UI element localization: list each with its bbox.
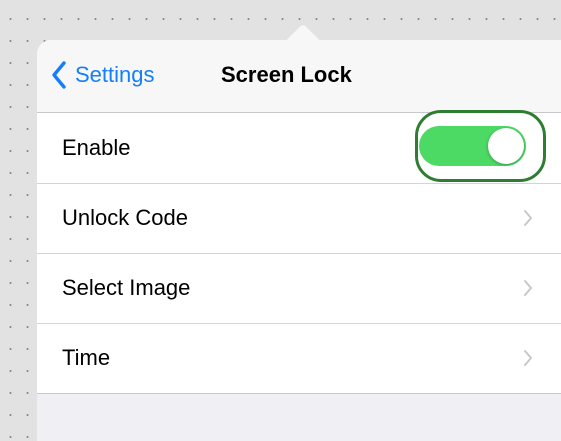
list-item-label: Select Image: [62, 275, 191, 300]
settings-list: Enable Unlock Code Select Image Time: [37, 110, 561, 393]
list-item-select-image[interactable]: Select Image: [37, 253, 561, 323]
list-item-label: Time: [62, 345, 111, 370]
list-item-enable: Enable: [37, 110, 561, 183]
list-item-label: Unlock Code: [62, 205, 188, 230]
back-button-label: Settings: [75, 62, 155, 87]
list-item-label: Enable: [62, 135, 131, 160]
navigation-bar: Settings Screen Lock: [37, 40, 561, 113]
list-divider: [37, 393, 561, 394]
chevron-left-icon: [52, 61, 66, 89]
chevron-right-icon: [524, 210, 532, 226]
popover-arrow: [283, 19, 325, 41]
screen-lock-popover: Settings Screen Lock Enable Unlock Code …: [37, 40, 561, 441]
list-item-unlock-code[interactable]: Unlock Code: [37, 183, 561, 253]
chevron-right-icon: [524, 280, 532, 296]
page-title: Screen Lock: [221, 62, 352, 87]
chevron-right-icon: [524, 350, 532, 366]
back-button[interactable]: Settings: [49, 60, 155, 90]
list-item-time[interactable]: Time: [37, 323, 561, 393]
toggle-knob: [488, 128, 524, 164]
enable-toggle[interactable]: [419, 126, 526, 166]
